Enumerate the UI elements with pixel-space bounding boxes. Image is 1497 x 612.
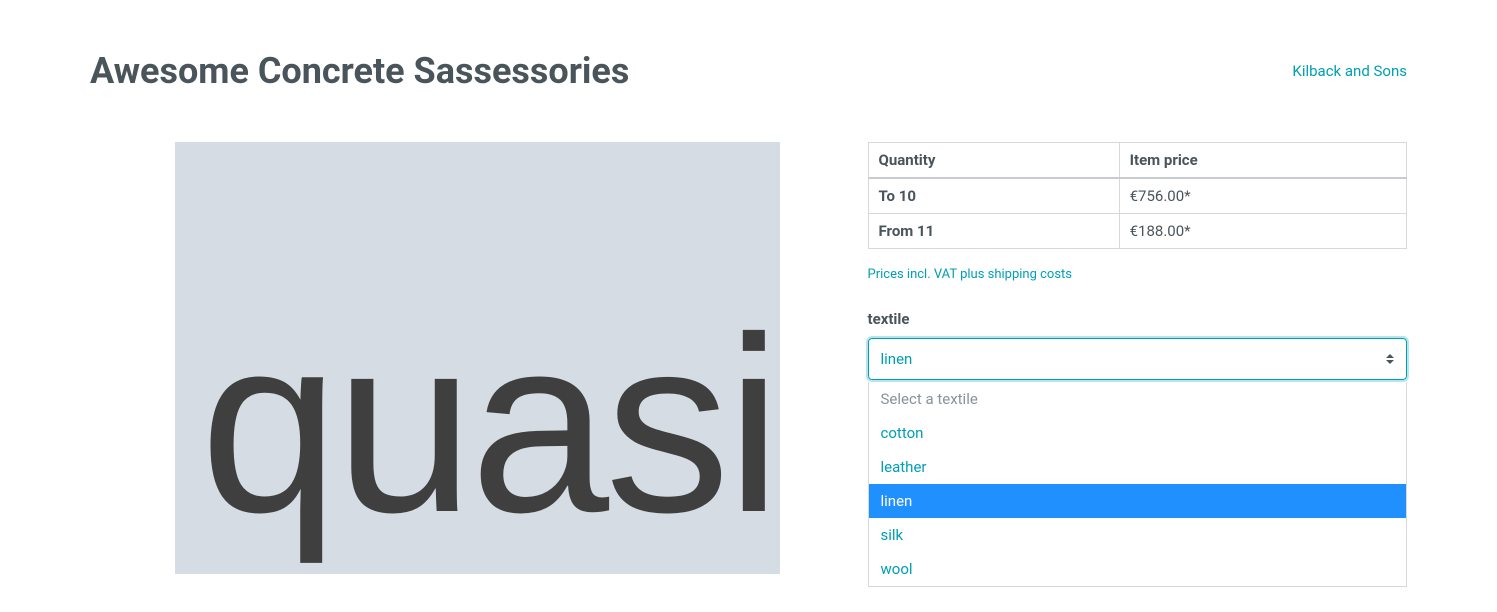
textile-select-wrapper: linen Select a textile cotton leather li… [868,338,1407,380]
brand-link[interactable]: Kilback and Sons [1292,62,1407,80]
price-table: Quantity Item price To 10 €756.00* From … [868,142,1407,249]
textile-select[interactable]: linen [868,338,1407,380]
product-image[interactable]: quasi [175,142,780,574]
product-title: Awesome Concrete Sassessories [90,50,629,92]
table-row: From 11 €188.00* [868,214,1406,249]
textile-option-linen[interactable]: linen [869,484,1406,518]
price-header-price: Item price [1119,143,1406,179]
product-detail-column: Quantity Item price To 10 €756.00* From … [868,142,1407,574]
product-content: quasi Quantity Item price To 10 €756.00*… [90,142,1407,574]
variant-label: textile [868,310,1407,328]
price-value-cell: €188.00* [1119,214,1406,249]
product-image-placeholder-text: quasi [200,300,778,550]
price-value-cell: €756.00* [1119,178,1406,214]
textile-option-cotton[interactable]: cotton [869,416,1406,450]
tax-shipping-note[interactable]: Prices incl. VAT plus shipping costs [868,267,1407,282]
textile-select-value: linen [881,350,913,368]
price-qty-cell: From 11 [868,214,1119,249]
product-image-column: quasi [90,142,828,574]
textile-dropdown-list: Select a textile cotton leather linen si… [868,382,1407,587]
price-header-quantity: Quantity [868,143,1119,179]
textile-option-leather[interactable]: leather [869,450,1406,484]
price-table-header-row: Quantity Item price [868,143,1406,179]
select-caret-icon [1384,352,1396,366]
textile-option-placeholder[interactable]: Select a textile [869,382,1406,416]
textile-option-wool[interactable]: wool [869,552,1406,586]
table-row: To 10 €756.00* [868,178,1406,214]
product-header: Awesome Concrete Sassessories Kilback an… [90,50,1407,92]
price-qty-cell: To 10 [868,178,1119,214]
textile-option-silk[interactable]: silk [869,518,1406,552]
